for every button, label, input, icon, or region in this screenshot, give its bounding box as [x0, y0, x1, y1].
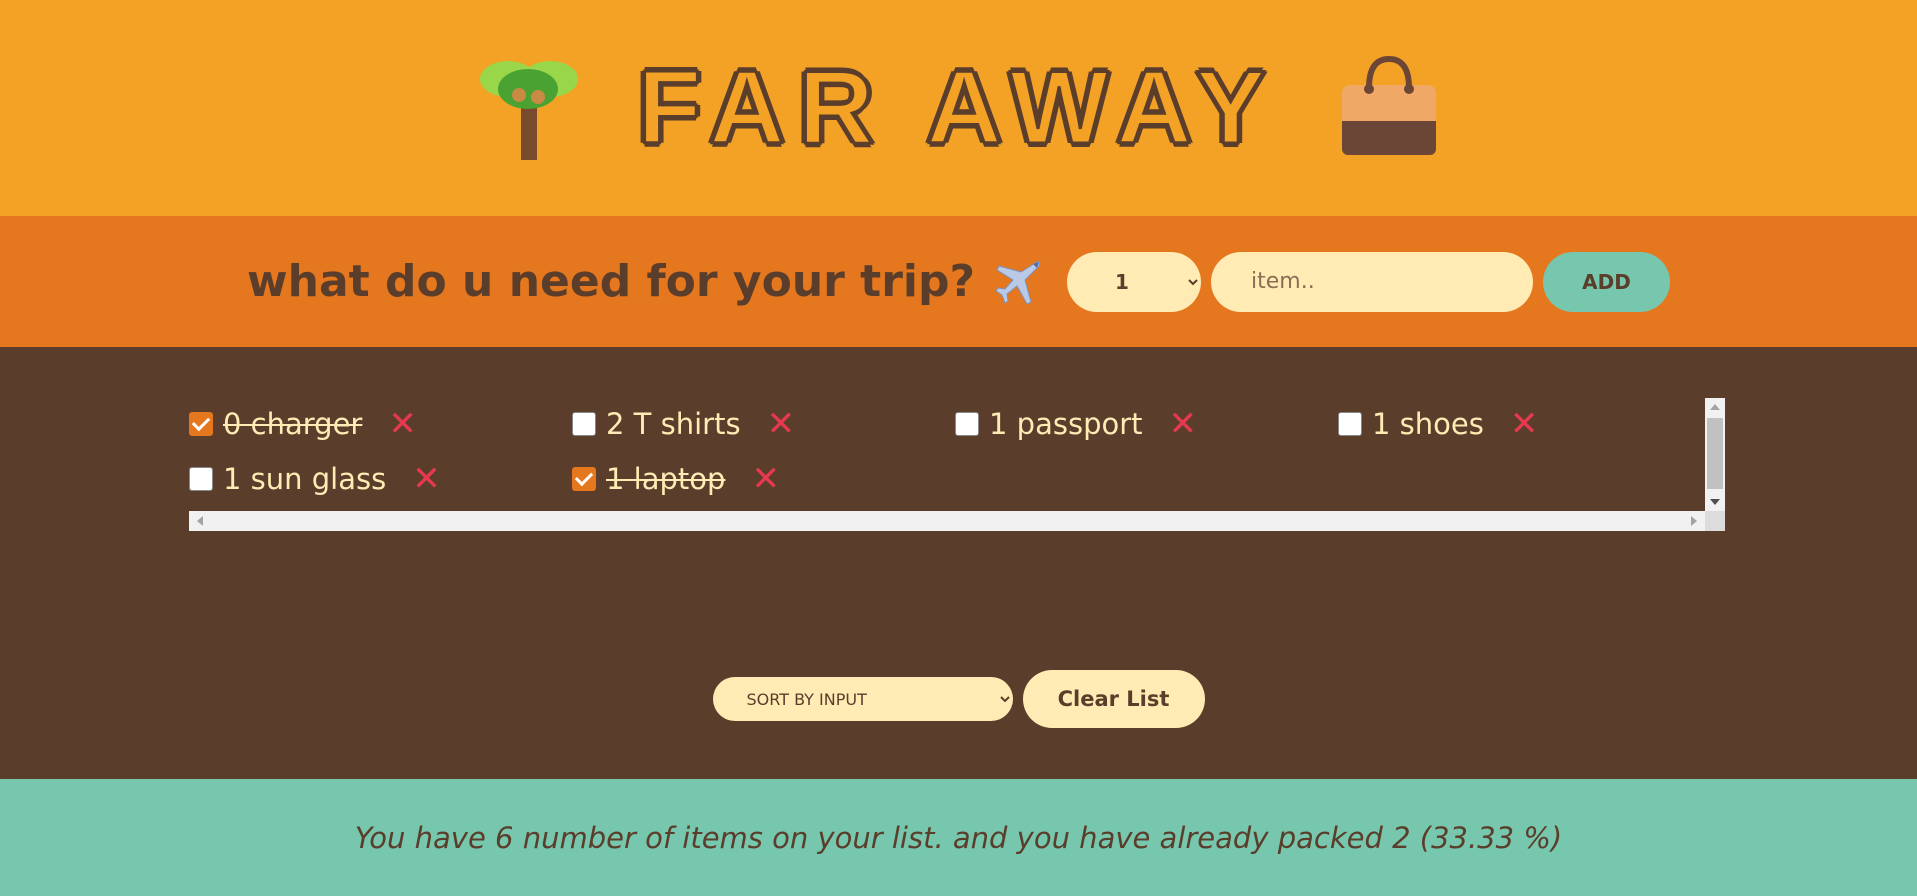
list-actions: SORT BY INPUT Clear List — [0, 670, 1917, 728]
scroll-down-arrow-icon[interactable] — [1710, 499, 1720, 505]
packed-checkbox[interactable] — [189, 411, 213, 436]
delete-icon[interactable]: ✕ — [412, 462, 441, 496]
delete-icon[interactable]: ✕ — [388, 407, 417, 441]
stats-footer: You have 6 number of items on your list.… — [0, 779, 1917, 896]
quantity-select[interactable]: 1 — [1067, 251, 1201, 312]
list-item: 1 passport ✕ — [955, 406, 1338, 441]
scroll-left-arrow-icon[interactable] — [197, 516, 203, 526]
app-header: FAR AWAY — [0, 0, 1917, 216]
scroll-up-arrow-icon[interactable] — [1710, 404, 1720, 410]
item-label: 1 sun glass — [223, 461, 387, 496]
scrollbar-corner — [1705, 511, 1725, 531]
item-label: 1 laptop — [606, 461, 726, 496]
list-item: 1 shoes ✕ — [1338, 406, 1705, 441]
list-item: 1 sun glass ✕ — [189, 461, 572, 496]
packing-list: 0 charger ✕ 2 T shirts ✕ 1 passport ✕ 1 shoes ✕… — [189, 398, 1725, 531]
delete-icon[interactable]: ✕ — [1510, 407, 1539, 441]
list-item: 0 charger ✕ — [189, 406, 572, 441]
item-label: 0 charger — [223, 406, 363, 441]
airplane-icon — [995, 260, 1041, 305]
vertical-scroll-thumb[interactable] — [1707, 418, 1723, 489]
sort-select[interactable]: SORT BY INPUT — [712, 677, 1013, 721]
handbag-icon — [1342, 55, 1437, 155]
clear-list-button[interactable]: Clear List — [1022, 670, 1205, 728]
packing-list-viewport: 0 charger ✕ 2 T shirts ✕ 1 passport ✕ 1 shoes ✕… — [189, 398, 1705, 511]
app-title: FAR AWAY — [636, 50, 1280, 166]
stats-text: You have 6 number of items on your list.… — [354, 820, 1563, 855]
add-button[interactable]: ADD — [1543, 251, 1670, 312]
item-input[interactable] — [1211, 251, 1533, 312]
packed-checkbox[interactable] — [955, 411, 979, 436]
packed-checkbox[interactable] — [572, 411, 596, 436]
packed-checkbox[interactable] — [572, 466, 596, 491]
delete-icon[interactable]: ✕ — [767, 407, 796, 441]
packed-checkbox[interactable] — [189, 466, 213, 491]
palm-tree-icon — [479, 61, 578, 160]
horizontal-scrollbar[interactable] — [189, 511, 1705, 531]
list-item: 1 laptop ✕ — [572, 461, 955, 496]
delete-icon[interactable]: ✕ — [1169, 407, 1198, 441]
list-item: 2 T shirts ✕ — [572, 406, 955, 441]
item-label: 1 passport — [989, 406, 1143, 441]
delete-icon[interactable]: ✕ — [751, 462, 780, 496]
scroll-right-arrow-icon[interactable] — [1691, 516, 1697, 526]
packing-list-section: 0 charger ✕ 2 T shirts ✕ 1 passport ✕ 1 shoes ✕… — [0, 347, 1917, 779]
add-item-form: what do u need for your trip? 1 ADD — [0, 216, 1917, 347]
packing-list-grid: 0 charger ✕ 2 T shirts ✕ 1 passport ✕ 1 shoes ✕… — [189, 398, 1705, 496]
packed-checkbox[interactable] — [1338, 411, 1362, 436]
item-label: 2 T shirts — [606, 406, 741, 441]
vertical-scrollbar[interactable] — [1705, 398, 1725, 511]
item-label: 1 shoes — [1372, 406, 1484, 441]
form-question: what do u need for your trip? — [247, 256, 975, 307]
